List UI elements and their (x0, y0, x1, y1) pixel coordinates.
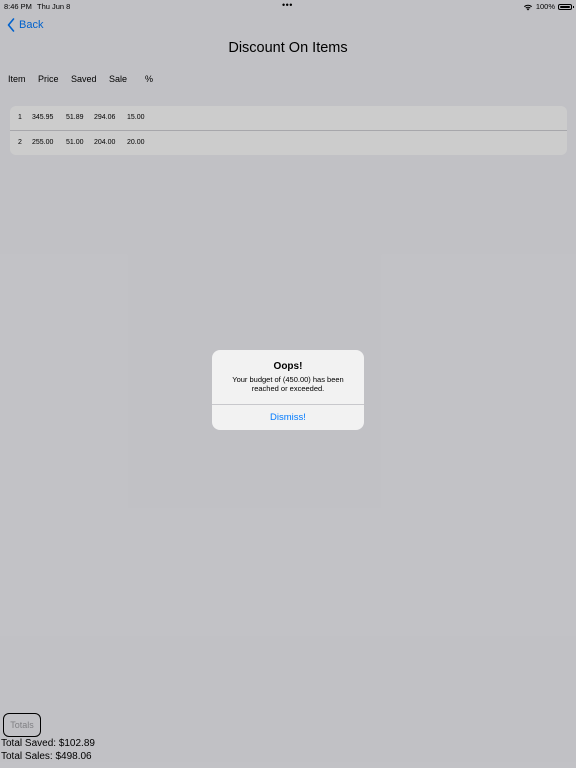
alert-dialog: Oops! Your budget of (450.00) has been r… (212, 350, 364, 430)
dismiss-button[interactable]: Dismiss! (212, 405, 364, 430)
alert-message: Your budget of (450.00) has been reached… (232, 375, 344, 393)
alert-title: Oops! (273, 361, 303, 372)
app-screen: 8:46 PM Thu Jun 8 ••• 100% Back Discount… (0, 0, 576, 768)
